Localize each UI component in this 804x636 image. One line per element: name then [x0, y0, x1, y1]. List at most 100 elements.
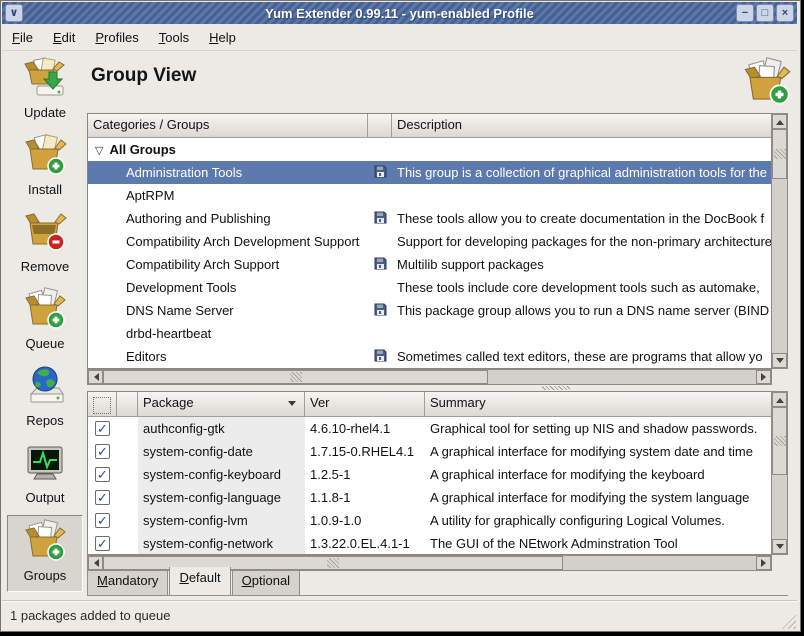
group-row-all-groups[interactable]: ▽All Groups: [88, 138, 771, 161]
col-header-summary[interactable]: Summary: [425, 392, 771, 417]
maximize-icon: □: [762, 7, 769, 19]
menu-edit[interactable]: Edit: [43, 27, 85, 48]
package-table-header: Package Ver Summary: [88, 392, 771, 417]
group-table-vscrollbar[interactable]: [771, 113, 788, 369]
group-row[interactable]: DNS Name Server This package group allow…: [88, 299, 771, 322]
tab-mandatory[interactable]: Mandatory: [87, 571, 168, 596]
statusbar-text: 1 packages added to queue: [10, 608, 170, 623]
col-header-description[interactable]: Description: [392, 114, 771, 138]
app-window: ∨ Yum Extender 0.99.11 - yum-enabled Pro…: [0, 0, 801, 632]
scrollbar-thumb[interactable]: [772, 129, 787, 179]
group-content-tabs: Mandatory Default Optional: [87, 569, 301, 596]
col-header-categories-groups[interactable]: Categories / Groups: [88, 114, 368, 138]
package-row[interactable]: ✓ system-config-network 1.3.22.0.EL.4.1-…: [88, 532, 771, 555]
installed-floppy-icon: [374, 303, 387, 319]
package-row[interactable]: ✓ authconfig-gtk 4.6.10-rhel4.1 Graphica…: [88, 417, 771, 440]
col-header-select[interactable]: [88, 392, 117, 417]
package-row[interactable]: ✓ system-config-date 1.7.15-0.RHEL4.1 A …: [88, 440, 771, 463]
window-title: Yum Extender 0.99.11 - yum-enabled Profi…: [2, 6, 797, 21]
sidebar-item-groups[interactable]: Groups: [7, 515, 83, 592]
installed-floppy-icon: [374, 257, 387, 273]
package-table-vscrollbar[interactable]: [771, 391, 788, 555]
resize-grip[interactable]: [781, 614, 796, 629]
installed-floppy-icon: [374, 349, 387, 365]
queue-icon: [23, 287, 67, 334]
menu-file[interactable]: File: [2, 27, 43, 48]
group-row[interactable]: Compatibility Arch Support Multilib supp…: [88, 253, 771, 276]
group-table-hscrollbar[interactable]: [87, 369, 772, 385]
tab-default[interactable]: Default: [169, 567, 230, 596]
package-checkbox[interactable]: ✓: [95, 444, 110, 459]
scroll-left-icon[interactable]: [90, 373, 99, 381]
close-button[interactable]: ×: [776, 4, 794, 22]
group-row[interactable]: Editors Sometimes called text editors, t…: [88, 345, 771, 368]
package-checkbox[interactable]: ✓: [95, 490, 110, 505]
col-header-ver[interactable]: Ver: [305, 392, 425, 417]
package-row[interactable]: ✓ system-config-lvm 1.0.9-1.0 A utility …: [88, 509, 771, 532]
installed-floppy-icon: [374, 211, 387, 227]
sidebar-item-label: Remove: [21, 259, 69, 274]
sidebar-item-label: Repos: [26, 413, 64, 428]
scroll-up-icon[interactable]: [776, 116, 784, 125]
expander-open-icon[interactable]: ▽: [95, 145, 103, 157]
output-icon: [23, 441, 67, 488]
sidebar-item-queue[interactable]: Queue: [7, 284, 83, 361]
group-row[interactable]: AptRPM: [88, 184, 771, 207]
col-header-installed[interactable]: [368, 114, 392, 138]
scroll-right-icon[interactable]: [761, 559, 770, 567]
menu-help[interactable]: Help: [199, 27, 246, 48]
scrollbar-thumb[interactable]: [772, 407, 787, 475]
tab-optional[interactable]: Optional: [232, 571, 300, 596]
notebook-edge: [87, 595, 788, 596]
scroll-down-icon[interactable]: [776, 358, 784, 367]
group-view-icon: [741, 57, 793, 110]
menu-tools[interactable]: Tools: [149, 27, 199, 48]
yum-extender-window: ∨ Yum Extender 0.99.11 - yum-enabled Pro…: [0, 0, 804, 636]
sort-desc-icon: [288, 401, 296, 410]
sidebar-item-repos[interactable]: Repos: [7, 361, 83, 438]
remove-icon: [23, 210, 67, 257]
package-checkbox[interactable]: ✓: [95, 467, 110, 482]
package-table: Package Ver Summary ✓ authconfig-gtk 4.6…: [87, 391, 772, 555]
sidebar-item-label: Update: [24, 105, 66, 120]
scroll-right-icon[interactable]: [761, 373, 770, 381]
minimize-button[interactable]: −: [736, 4, 754, 22]
col-header-blank[interactable]: [117, 392, 138, 417]
scrollbar-thumb[interactable]: [103, 370, 488, 384]
sidebar-item-label: Install: [28, 182, 62, 197]
scroll-up-icon[interactable]: [776, 394, 784, 403]
group-row[interactable]: Authoring and Publishing These tools all…: [88, 207, 771, 230]
repos-icon: [23, 364, 67, 411]
minimize-icon: −: [742, 7, 748, 19]
menu-profiles[interactable]: Profiles: [85, 27, 148, 48]
focus-rect: [93, 397, 111, 414]
group-table: Categories / Groups Description ▽All Gro…: [87, 113, 772, 369]
statusbar: 1 packages added to queue: [2, 600, 797, 629]
sidebar-item-label: Groups: [24, 568, 67, 583]
titlebar[interactable]: ∨ Yum Extender 0.99.11 - yum-enabled Pro…: [2, 2, 797, 24]
menubar: File Edit Profiles Tools Help: [2, 25, 797, 51]
package-checkbox[interactable]: ✓: [95, 513, 110, 528]
sidebar-item-label: Output: [25, 490, 64, 505]
package-checkbox[interactable]: ✓: [95, 421, 110, 436]
view-sidebar: Update Install: [4, 53, 86, 592]
package-row[interactable]: ✓ system-config-keyboard 1.2.5-1 A graph…: [88, 463, 771, 486]
scroll-down-icon[interactable]: [776, 544, 784, 553]
col-header-package[interactable]: Package: [138, 392, 305, 417]
group-table-header: Categories / Groups Description: [88, 114, 771, 138]
groups-icon: [23, 519, 67, 566]
group-row[interactable]: Development Tools These tools include co…: [88, 276, 771, 299]
scroll-left-icon[interactable]: [90, 559, 99, 567]
maximize-button[interactable]: □: [756, 4, 774, 22]
sidebar-item-output[interactable]: Output: [7, 438, 83, 515]
sidebar-item-update[interactable]: Update: [7, 53, 83, 130]
package-checkbox[interactable]: ✓: [95, 536, 110, 551]
group-row[interactable]: Administration Tools This group is a col…: [88, 161, 771, 184]
install-icon: [23, 133, 67, 180]
group-row[interactable]: Compatibility Arch Development Support S…: [88, 230, 771, 253]
sidebar-item-install[interactable]: Install: [7, 130, 83, 207]
group-row[interactable]: drbd-heartbeat: [88, 322, 771, 345]
update-icon: [23, 56, 67, 103]
package-row[interactable]: ✓ system-config-language 1.1.8-1 A graph…: [88, 486, 771, 509]
sidebar-item-remove[interactable]: Remove: [7, 207, 83, 284]
